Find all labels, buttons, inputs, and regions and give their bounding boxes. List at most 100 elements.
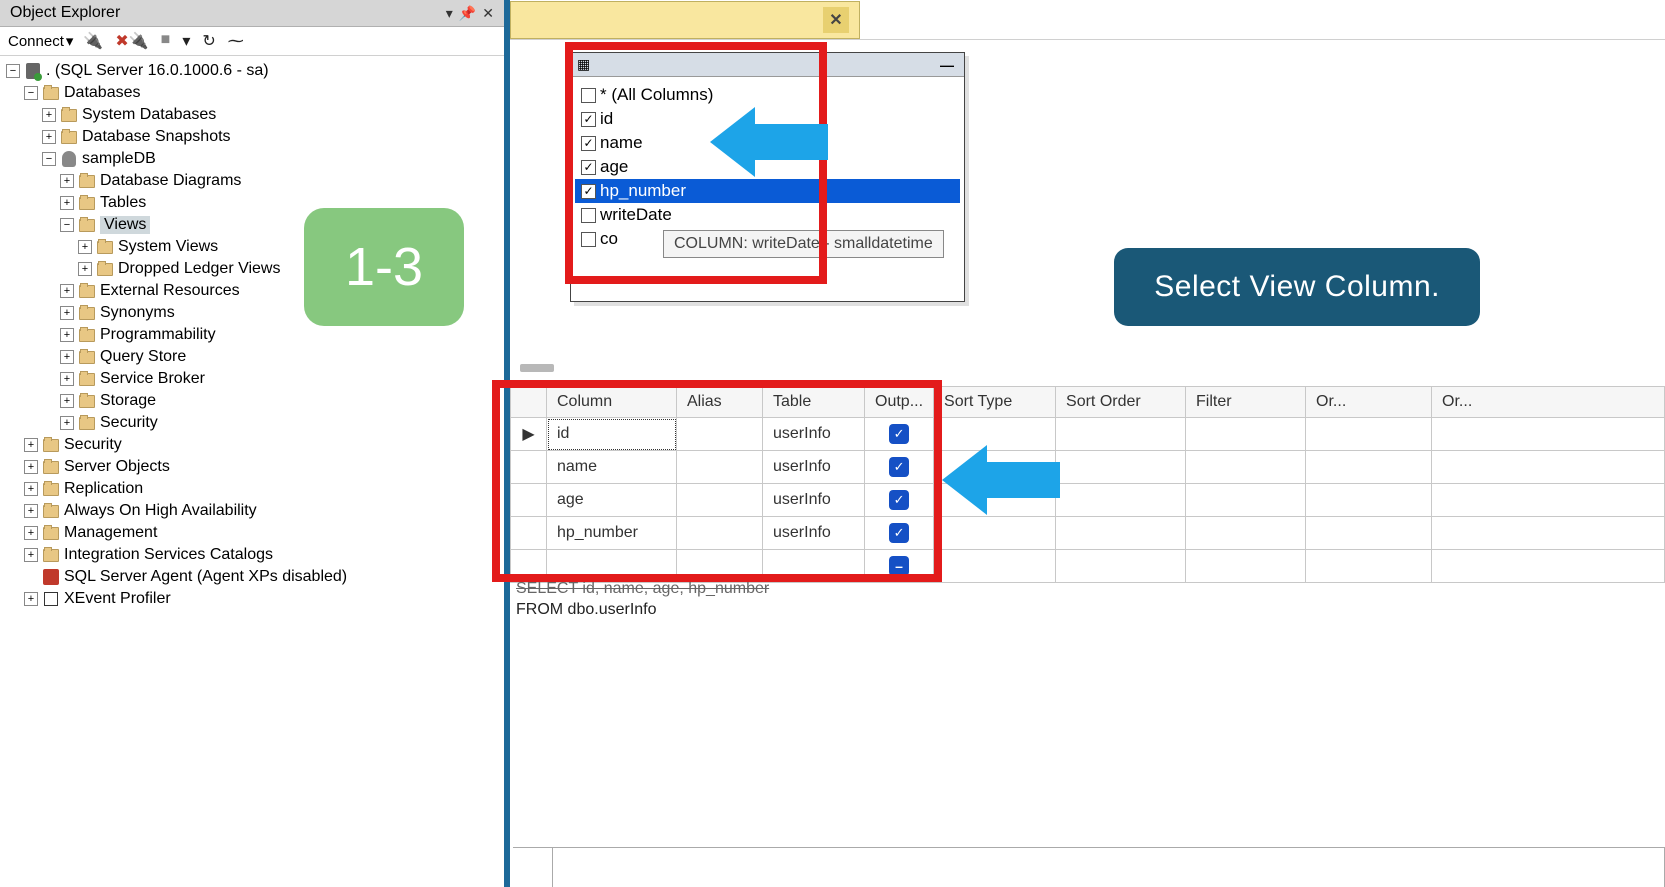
- disconnect-icon[interactable]: ✖🔌: [115, 31, 148, 51]
- cell-empty[interactable]: [934, 517, 1056, 550]
- refresh-icon[interactable]: ↻: [202, 31, 215, 51]
- table-row[interactable]: name userInfo ✓: [511, 451, 1665, 484]
- col-header-column[interactable]: Column: [547, 387, 677, 418]
- checkbox-icon[interactable]: [581, 160, 596, 175]
- tree-replication[interactable]: + Replication: [6, 478, 498, 500]
- cell-empty[interactable]: [934, 550, 1056, 583]
- checkbox-icon[interactable]: [581, 112, 596, 127]
- cell-empty[interactable]: [1432, 484, 1665, 517]
- check-icon[interactable]: ✓: [889, 523, 909, 543]
- expander-icon[interactable]: +: [60, 328, 74, 342]
- tree-programmability[interactable]: + Programmability: [6, 324, 498, 346]
- expander-icon[interactable]: +: [42, 130, 56, 144]
- cell-column[interactable]: age: [547, 484, 677, 517]
- cell-column[interactable]: id: [547, 418, 677, 451]
- cell-table[interactable]: userInfo: [763, 451, 865, 484]
- expander-icon[interactable]: −: [42, 152, 56, 166]
- cell-empty[interactable]: [1186, 451, 1306, 484]
- tab-close-icon[interactable]: ✕: [823, 7, 849, 33]
- cell-empty[interactable]: [763, 550, 865, 583]
- expander-icon[interactable]: +: [24, 526, 38, 540]
- cell-output[interactable]: ✓: [865, 484, 934, 517]
- tree-sampledb[interactable]: − sampleDB: [6, 148, 498, 170]
- tree-service-broker[interactable]: + Service Broker: [6, 368, 498, 390]
- cell-empty[interactable]: [1306, 451, 1432, 484]
- cell-empty[interactable]: [1186, 550, 1306, 583]
- col-header-table[interactable]: Table: [763, 387, 865, 418]
- cell-empty[interactable]: [1056, 550, 1186, 583]
- table-row[interactable]: ▶id userInfo✓: [511, 418, 1665, 451]
- col-header-filter[interactable]: Filter: [1186, 387, 1306, 418]
- cell-empty[interactable]: [1186, 484, 1306, 517]
- col-header-output[interactable]: Outp...: [865, 387, 934, 418]
- row-selector[interactable]: [511, 451, 547, 484]
- expander-icon[interactable]: +: [60, 350, 74, 364]
- close-icon[interactable]: ✕: [482, 5, 494, 22]
- cell-table[interactable]: userInfo: [763, 517, 865, 550]
- table-box-titlebar[interactable]: ▦ —: [571, 53, 964, 77]
- expander-icon[interactable]: +: [60, 174, 74, 188]
- cell-output[interactable]: –: [865, 550, 934, 583]
- tree-integration[interactable]: + Integration Services Catalogs: [6, 544, 498, 566]
- row-selector[interactable]: ▶: [511, 418, 547, 451]
- tree-view[interactable]: − . (SQL Server 16.0.1000.6 - sa) − Data…: [0, 56, 504, 887]
- tree-security-inner[interactable]: + Security: [6, 412, 498, 434]
- pin-icon[interactable]: 📌: [459, 5, 476, 22]
- expander-icon[interactable]: +: [24, 438, 38, 452]
- stop-icon[interactable]: ■: [161, 31, 171, 51]
- column-item[interactable]: hp_number: [575, 179, 960, 203]
- criteria-grid[interactable]: Column Alias Table Outp... Sort Type Sor…: [510, 386, 1665, 583]
- col-header-sortorder[interactable]: Sort Order: [1056, 387, 1186, 418]
- tree-databases[interactable]: − Databases: [6, 82, 498, 104]
- tree-database-snapshots[interactable]: + Database Snapshots: [6, 126, 498, 148]
- cell-output[interactable]: ✓: [865, 418, 934, 451]
- expander-icon[interactable]: +: [24, 504, 38, 518]
- cell-column[interactable]: name: [547, 451, 677, 484]
- tree-query-store[interactable]: + Query Store: [6, 346, 498, 368]
- cell-column[interactable]: hp_number: [547, 517, 677, 550]
- expander-icon[interactable]: +: [42, 108, 56, 122]
- cell-output[interactable]: ✓: [865, 517, 934, 550]
- cell-empty[interactable]: [1306, 418, 1432, 451]
- expander-icon[interactable]: +: [60, 284, 74, 298]
- row-selector[interactable]: [511, 517, 547, 550]
- cell-alias[interactable]: [677, 517, 763, 550]
- column-item[interactable]: writeDate: [575, 203, 960, 227]
- col-header-or2[interactable]: Or...: [1432, 387, 1665, 418]
- check-icon[interactable]: ✓: [889, 457, 909, 477]
- sql-pane[interactable]: SELECT id, name, age, hp_number FROM dbo…: [510, 579, 775, 621]
- cell-empty[interactable]: [1056, 451, 1186, 484]
- expander-icon[interactable]: +: [60, 196, 74, 210]
- cell-empty[interactable]: [1432, 517, 1665, 550]
- expander-icon[interactable]: +: [60, 394, 74, 408]
- cell-empty[interactable]: [1306, 484, 1432, 517]
- cell-empty[interactable]: [1186, 517, 1306, 550]
- expander-icon[interactable]: +: [78, 262, 92, 276]
- expander-icon[interactable]: +: [60, 306, 74, 320]
- filter-icon[interactable]: ▾: [182, 31, 190, 51]
- cell-empty[interactable]: [677, 550, 763, 583]
- dropdown-icon[interactable]: ▾: [446, 5, 453, 22]
- check-icon[interactable]: ✓: [889, 490, 909, 510]
- col-header-alias[interactable]: Alias: [677, 387, 763, 418]
- row-selector[interactable]: [511, 550, 547, 583]
- checkbox-icon[interactable]: [581, 88, 596, 103]
- cell-empty[interactable]: [1306, 517, 1432, 550]
- cell-empty[interactable]: [547, 550, 677, 583]
- col-header-or1[interactable]: Or...: [1306, 387, 1432, 418]
- expander-icon[interactable]: +: [60, 416, 74, 430]
- checkbox-icon[interactable]: [581, 136, 596, 151]
- cell-empty[interactable]: [1432, 550, 1665, 583]
- cell-table[interactable]: userInfo: [763, 418, 865, 451]
- cell-alias[interactable]: [677, 451, 763, 484]
- tree-always-on[interactable]: + Always On High Availability: [6, 500, 498, 522]
- pane-divider[interactable]: [520, 364, 554, 372]
- cell-empty[interactable]: [1186, 418, 1306, 451]
- cell-output[interactable]: ✓: [865, 451, 934, 484]
- expander-icon[interactable]: −: [24, 86, 38, 100]
- cell-alias[interactable]: [677, 484, 763, 517]
- tree-system-databases[interactable]: + System Databases: [6, 104, 498, 126]
- activity-icon[interactable]: ⁓: [228, 31, 244, 51]
- connect-icon[interactable]: 🔌: [83, 31, 103, 51]
- expander-icon[interactable]: +: [24, 592, 38, 606]
